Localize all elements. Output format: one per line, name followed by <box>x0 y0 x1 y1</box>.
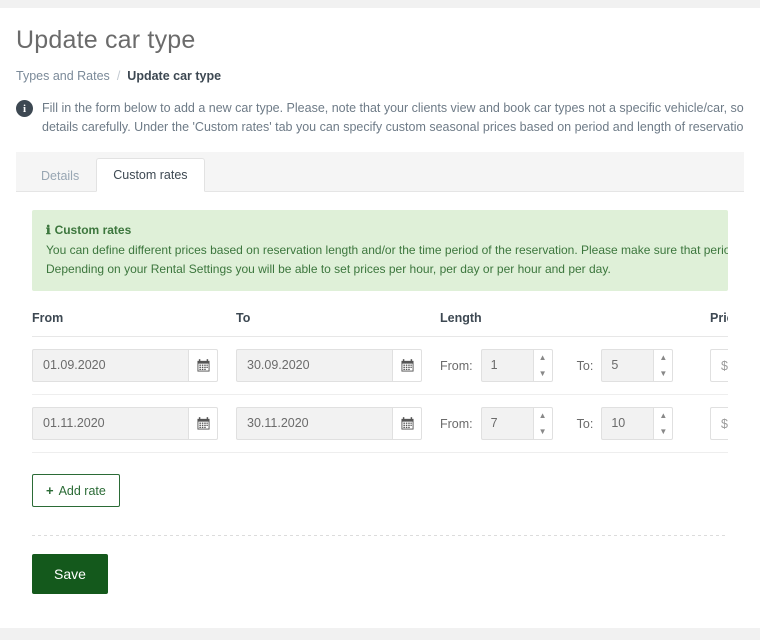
save-button[interactable]: Save <box>32 554 108 595</box>
calendar-icon <box>400 417 414 430</box>
rates-table-clip: From To Length Price 01.09.2020 <box>32 311 728 454</box>
add-rate-label: Add rate <box>58 483 106 498</box>
date-to-input[interactable]: 30.11.2020 <box>236 407 392 441</box>
add-rate-row: + Add rate <box>32 453 728 508</box>
length-from-spinner[interactable]: ▲ ▼ <box>532 407 553 441</box>
plus-icon: + <box>46 483 54 499</box>
alert-title: Custom rates <box>54 222 132 237</box>
column-header-price: Price <box>710 311 728 326</box>
price-field[interactable]: $ 120.00 <box>710 407 728 441</box>
page-title: Update car type <box>16 26 196 54</box>
alert-text-line-2: Depending on your Rental Settings you wi… <box>46 262 611 277</box>
chevron-down-icon[interactable]: ▼ <box>654 424 672 440</box>
length-to-label: To: <box>576 358 594 373</box>
breadcrumb-separator: / <box>116 69 121 83</box>
rate-date-to-cell: 30.11.2020 <box>236 407 440 441</box>
date-from-input[interactable]: 01.09.2020 <box>32 349 188 383</box>
length-group: From: 1 ▲ ▼ To: 5 ▲ ▼ <box>440 349 710 383</box>
alert-text-line-1: You can define different prices based on… <box>46 242 728 257</box>
chevron-down-icon[interactable]: ▼ <box>534 366 552 382</box>
length-from-label: From: <box>440 358 473 373</box>
chevron-up-icon[interactable]: ▲ <box>534 408 552 424</box>
chevron-down-icon[interactable]: ▼ <box>534 424 552 440</box>
save-row: Save <box>32 536 728 628</box>
breadcrumb-current: Update car type <box>127 69 222 83</box>
column-header-to: To <box>236 311 251 326</box>
chevron-up-icon[interactable]: ▲ <box>654 408 672 424</box>
length-from-input[interactable]: 1 <box>480 349 533 383</box>
chevron-up-icon[interactable]: ▲ <box>654 350 672 366</box>
date-from-input[interactable]: 01.11.2020 <box>32 407 188 441</box>
table-row: 01.11.2020 30.11.2020 From: 7 ▲ ▼ To: 10… <box>32 395 728 454</box>
date-to-field[interactable]: 30.09.2020 <box>236 349 422 383</box>
header-area: Update car type Types and Rates / Update c… <box>0 8 760 152</box>
rate-length-cell: From: 1 ▲ ▼ To: 5 ▲ ▼ <box>440 349 710 383</box>
calendar-icon-button[interactable] <box>392 349 422 383</box>
rates-table-header: From To Length Price <box>32 311 728 338</box>
length-from-input[interactable]: 7 <box>480 407 533 441</box>
rate-price-cell: $ 120.00 <box>710 407 728 441</box>
length-to-label: To: <box>576 416 594 431</box>
length-from-stepper[interactable]: 7 ▲ ▼ <box>480 407 553 441</box>
info-icon: ℹ <box>46 222 51 237</box>
page-wrapper: Update car type Types and Rates / Update c… <box>0 8 760 629</box>
info-banner: i Fill in the form below to add a new ca… <box>16 99 744 152</box>
currency-symbol: $ <box>710 407 728 441</box>
tab-custom-rates[interactable]: Custom rates <box>96 157 205 192</box>
table-row: 01.09.2020 30.09.2020 From: 1 ▲ ▼ To: 5 … <box>32 337 728 396</box>
date-from-field[interactable]: 01.09.2020 <box>32 349 218 383</box>
length-to-stepper[interactable]: 5 ▲ ▼ <box>601 349 674 383</box>
length-to-stepper[interactable]: 10 ▲ ▼ <box>601 407 674 441</box>
length-from-stepper[interactable]: 1 ▲ ▼ <box>480 349 553 383</box>
alert-title-row: ℹ Custom rates <box>46 221 714 240</box>
rate-price-cell: $ 150.00 <box>710 349 728 383</box>
tab-details[interactable]: Details <box>24 159 96 192</box>
date-from-field[interactable]: 01.11.2020 <box>32 407 218 441</box>
custom-rates-alert: ℹ Custom rates You can define different p… <box>32 209 728 292</box>
column-header-length: Length <box>440 311 482 326</box>
info-text: Fill in the form below to add a new car … <box>42 99 744 138</box>
calendar-icon-button[interactable] <box>188 349 218 383</box>
date-to-field[interactable]: 30.11.2020 <box>236 407 422 441</box>
rate-length-cell: From: 7 ▲ ▼ To: 10 ▲ ▼ <box>440 407 710 441</box>
length-from-spinner[interactable]: ▲ ▼ <box>532 349 553 383</box>
info-text-line-2: details carefully. Under the 'Custom rat… <box>42 120 744 135</box>
length-from-label: From: <box>440 416 473 431</box>
calendar-icon-button[interactable] <box>392 407 422 441</box>
calendar-icon-button[interactable] <box>188 407 218 441</box>
info-text-line-1: Fill in the form below to add a new car … <box>42 101 744 115</box>
rate-date-from-cell: 01.09.2020 <box>32 349 236 383</box>
length-to-input[interactable]: 5 <box>601 349 654 383</box>
breadcrumb: Types and Rates / Update car type <box>16 69 744 83</box>
length-to-spinner[interactable]: ▲ ▼ <box>653 407 674 441</box>
chevron-down-icon[interactable]: ▼ <box>654 366 672 382</box>
page-background-fill <box>0 628 760 640</box>
column-header-from: From <box>32 311 64 326</box>
calendar-icon <box>196 417 210 430</box>
top-strip <box>0 0 760 8</box>
content-card: Details Custom rates ℹ Custom rates You c… <box>16 151 744 629</box>
calendar-icon <box>400 359 414 372</box>
price-field[interactable]: $ 150.00 <box>710 349 728 383</box>
chevron-up-icon[interactable]: ▲ <box>534 350 552 366</box>
custom-rates-panel: ℹ Custom rates You can define different p… <box>16 191 744 629</box>
length-to-spinner[interactable]: ▲ ▼ <box>653 349 674 383</box>
rate-date-to-cell: 30.09.2020 <box>236 349 440 383</box>
length-to-input[interactable]: 10 <box>601 407 654 441</box>
length-group: From: 7 ▲ ▼ To: 10 ▲ ▼ <box>440 407 710 441</box>
tab-bar: Details Custom rates <box>16 151 744 192</box>
date-to-input[interactable]: 30.09.2020 <box>236 349 392 383</box>
rate-date-from-cell: 01.11.2020 <box>32 407 236 441</box>
add-rate-button[interactable]: + Add rate <box>32 474 120 508</box>
currency-symbol: $ <box>710 349 728 383</box>
calendar-icon <box>196 359 210 372</box>
info-circle-icon: i <box>16 100 33 117</box>
rates-table: From To Length Price 01.09.2020 <box>32 311 728 454</box>
breadcrumb-parent-link[interactable]: Types and Rates <box>16 69 110 83</box>
